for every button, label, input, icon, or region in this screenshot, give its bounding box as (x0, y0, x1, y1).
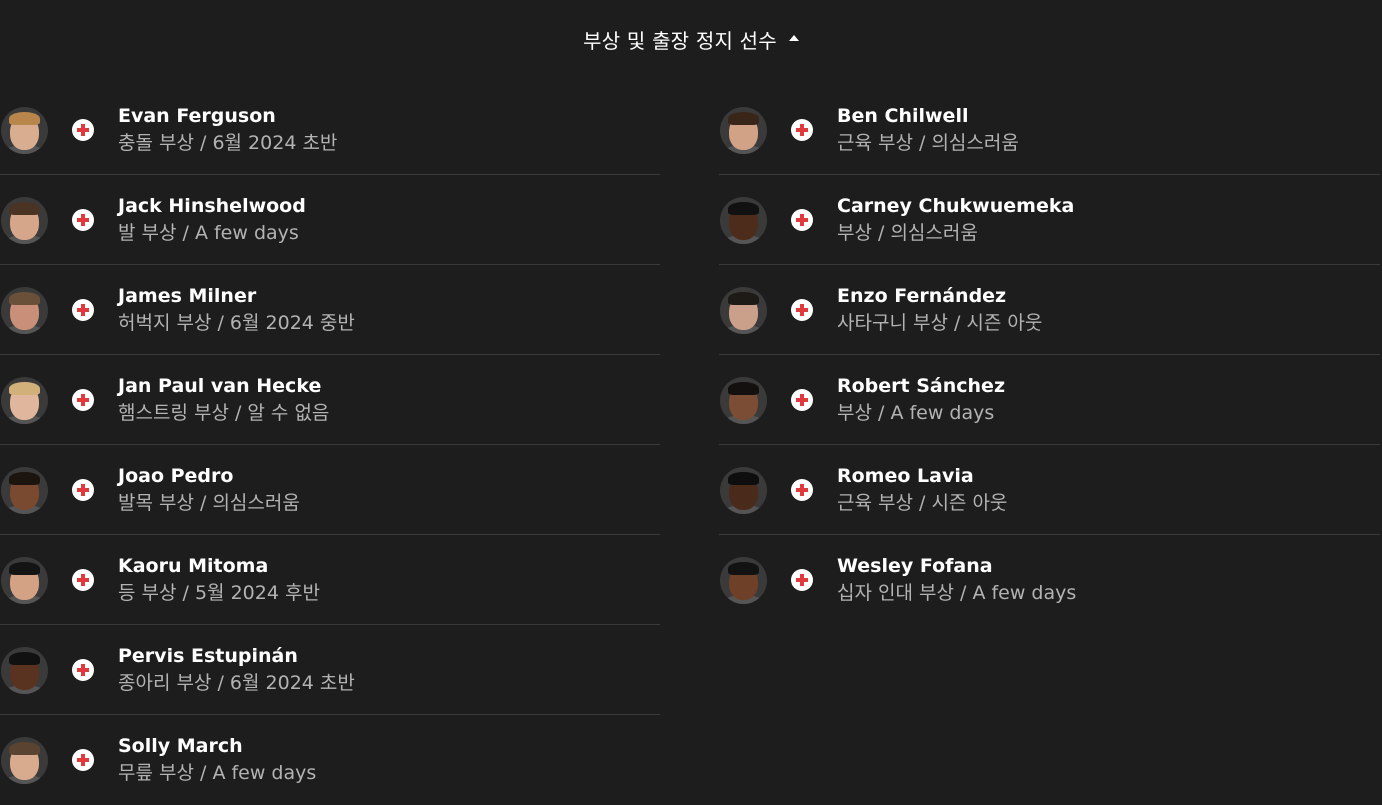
injuries-suspensions-toggle[interactable]: 부상 및 출장 정지 선수 (0, 24, 1382, 54)
injury-status: 발 부상 / A few days (118, 222, 299, 244)
player-name: Ben Chilwell (837, 105, 969, 127)
injury-status: 부상 / A few days (837, 402, 995, 424)
player-name: Kaoru Mitoma (118, 555, 269, 577)
player-row[interactable]: Robert Sánchez 부상 / A few days (719, 355, 1380, 445)
player-avatar (720, 197, 767, 244)
player-row[interactable]: Ben Chilwell 근육 부상 / 의심스러움 (719, 85, 1380, 175)
player-row[interactable]: Solly March 무릎 부상 / A few days (0, 715, 660, 805)
player-avatar (1, 737, 48, 784)
injury-cross-icon (791, 389, 813, 411)
injury-cross-icon (72, 119, 94, 141)
player-row[interactable]: Jan Paul van Hecke 햄스트링 부상 / 알 수 없음 (0, 355, 660, 445)
player-avatar (1, 557, 48, 604)
player-row[interactable]: Evan Ferguson 충돌 부상 / 6월 2024 초반 (0, 85, 660, 175)
player-name: Evan Ferguson (118, 105, 276, 127)
injury-cross-icon (72, 299, 94, 321)
injury-status: 햄스트링 부상 / 알 수 없음 (118, 402, 330, 424)
left-player-list: Evan Ferguson 충돌 부상 / 6월 2024 초반 Jack Hi… (0, 85, 660, 805)
player-name: Solly March (118, 735, 243, 757)
injury-status: 근육 부상 / 시즌 아웃 (837, 492, 1008, 514)
player-row[interactable]: James Milner 허벅지 부상 / 6월 2024 중반 (0, 265, 660, 355)
injury-cross-icon (72, 479, 94, 501)
player-row[interactable]: Kaoru Mitoma 등 부상 / 5월 2024 후반 (0, 535, 660, 625)
player-name: Wesley Fofana (837, 555, 993, 577)
injury-cross-icon (72, 659, 94, 681)
injury-cross-icon (791, 479, 813, 501)
player-name: Pervis Estupinán (118, 645, 298, 667)
player-name: Romeo Lavia (837, 465, 974, 487)
player-row[interactable]: Wesley Fofana 십자 인대 부상 / A few days (719, 535, 1380, 625)
section-title: 부상 및 출장 정지 선수 (583, 28, 777, 53)
injury-status: 허벅지 부상 / 6월 2024 중반 (118, 312, 355, 334)
injury-status: 근육 부상 / 의심스러움 (837, 132, 1019, 154)
right-player-list: Ben Chilwell 근육 부상 / 의심스러움 Carney Chukwu… (719, 85, 1380, 625)
player-name: Robert Sánchez (837, 375, 1006, 397)
caret-up-icon[interactable] (788, 35, 799, 41)
injury-cross-icon (791, 299, 813, 321)
injury-cross-icon (72, 209, 94, 231)
player-avatar (720, 557, 767, 604)
injury-status: 충돌 부상 / 6월 2024 초반 (118, 132, 338, 154)
player-avatar (1, 467, 48, 514)
injury-status: 무릎 부상 / A few days (118, 762, 317, 784)
player-avatar (720, 287, 767, 334)
player-name: Jack Hinshelwood (118, 195, 306, 217)
player-row[interactable]: Joao Pedro 발목 부상 / 의심스러움 (0, 445, 660, 535)
injury-status: 사타구니 부상 / 시즌 아웃 (837, 312, 1043, 334)
player-row[interactable]: Romeo Lavia 근육 부상 / 시즌 아웃 (719, 445, 1380, 535)
injury-cross-icon (72, 389, 94, 411)
injury-cross-icon (72, 569, 94, 591)
injury-status: 십자 인대 부상 / A few days (837, 582, 1077, 604)
player-name: Enzo Fernández (837, 285, 1007, 307)
player-row[interactable]: Enzo Fernández 사타구니 부상 / 시즌 아웃 (719, 265, 1380, 355)
player-row[interactable]: Carney Chukwuemeka 부상 / 의심스러움 (719, 175, 1380, 265)
player-name: Carney Chukwuemeka (837, 195, 1075, 217)
injury-status: 부상 / 의심스러움 (837, 222, 978, 244)
player-name: Joao Pedro (118, 465, 234, 487)
player-row[interactable]: Pervis Estupinán 종아리 부상 / 6월 2024 초반 (0, 625, 660, 715)
player-avatar (1, 197, 48, 244)
player-row[interactable]: Jack Hinshelwood 발 부상 / A few days (0, 175, 660, 265)
player-avatar (1, 107, 48, 154)
player-avatar (1, 287, 48, 334)
player-avatar (720, 107, 767, 154)
player-avatar (720, 467, 767, 514)
player-name: James Milner (118, 285, 257, 307)
injury-cross-icon (72, 749, 94, 771)
injury-cross-icon (791, 209, 813, 231)
player-name: Jan Paul van Hecke (118, 375, 322, 397)
injury-status: 발목 부상 / 의심스러움 (118, 492, 300, 514)
injury-status: 등 부상 / 5월 2024 후반 (118, 582, 320, 604)
player-avatar (720, 377, 767, 424)
injury-cross-icon (791, 119, 813, 141)
injury-cross-icon (791, 569, 813, 591)
player-avatar (1, 377, 48, 424)
player-avatar (1, 647, 48, 694)
injury-status: 종아리 부상 / 6월 2024 초반 (118, 672, 355, 694)
